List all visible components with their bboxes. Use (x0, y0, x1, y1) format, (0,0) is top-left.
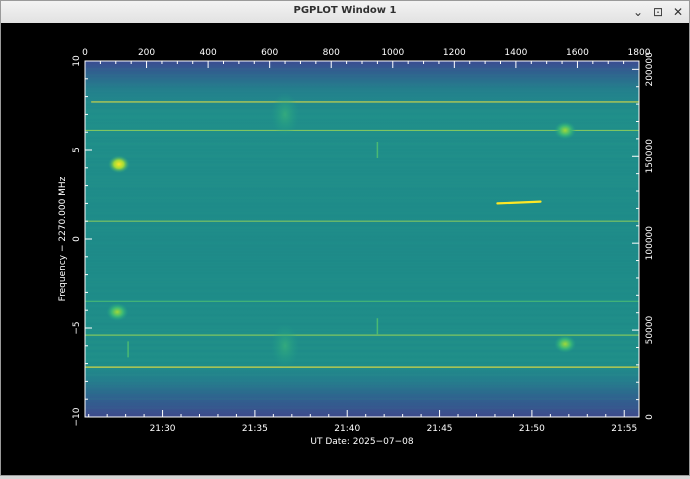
right-tick-label: 50000 (645, 316, 655, 345)
bottom-tick-label: 21:35 (242, 424, 268, 434)
maximize-button[interactable]: ⊡ (649, 3, 667, 21)
waterfall-plot: 1050−5−10 0500001000001500002000000 200 400… (58, 48, 655, 447)
hot-spot (106, 302, 129, 321)
top-tick-label: 1600 (566, 48, 589, 58)
bottom-tick-label: 21:45 (427, 424, 453, 434)
top-tick-label: 200 (138, 48, 155, 58)
title-bar[interactable]: PGPLOT Window 1 ⌄ ⊡ ✕ (1, 1, 689, 24)
top-tick-label: 1200 (443, 48, 466, 58)
top-tick-label: 1400 (504, 48, 527, 58)
top-tick-label: 1000 (381, 48, 404, 58)
diffuse-blob (271, 323, 300, 368)
close-button[interactable]: ✕ (669, 3, 687, 21)
hot-spot (554, 335, 577, 354)
top-tick-label: 400 (200, 48, 217, 58)
left-tick-label: −10 (72, 407, 82, 426)
plot-canvas: 10 5 0 −5 −10 0 50000 100000 150000 200000 0 200 400… (1, 23, 689, 475)
right-tick-label: 150000 (645, 139, 655, 174)
pgplot-window: PGPLOT Window 1 ⌄ ⊡ ✕ 10 5 0 −5 −10 0 50… (0, 0, 690, 476)
top-tick-label: 800 (323, 48, 340, 58)
right-tick-label: 100000 (645, 226, 655, 261)
top-tick-label: 1800 (628, 48, 651, 58)
window-title: PGPLOT Window 1 (293, 5, 397, 16)
bottom-tick-label: 21:40 (334, 424, 360, 434)
left-tick-label: 10 (72, 55, 82, 67)
bottom-tick-label: 21:55 (611, 424, 637, 434)
bottom-tick-label: 21:30 (150, 424, 176, 434)
right-tick-label: 0 (645, 414, 655, 420)
bottom-tick-label: 21:50 (519, 424, 545, 434)
y-axis-label: Frequency − 2270.000 MHz (58, 176, 68, 301)
left-tick-label: 5 (72, 147, 82, 153)
diffuse-blob (271, 92, 300, 137)
hot-spot (107, 155, 130, 174)
left-tick-label: 0 (72, 236, 82, 242)
minimize-button[interactable]: ⌄ (629, 3, 647, 21)
x-axis-label: UT Date: 2025−07−08 (310, 437, 414, 447)
top-tick-label: 0 (82, 48, 88, 58)
left-tick-label: −5 (72, 321, 82, 334)
hot-spot (554, 121, 577, 140)
top-tick-label: 600 (261, 48, 278, 58)
